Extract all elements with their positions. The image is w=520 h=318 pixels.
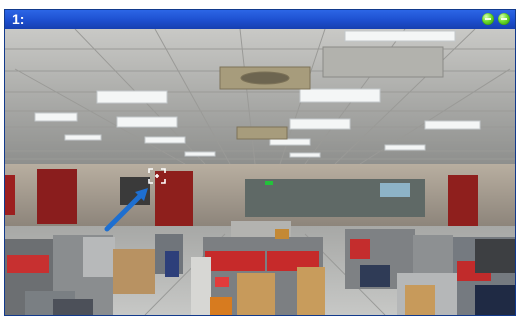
camera-viewer: 1: bbox=[4, 9, 516, 316]
back-wall bbox=[5, 164, 515, 229]
status-ok-icon bbox=[498, 13, 510, 25]
status-ok-icon bbox=[482, 13, 494, 25]
ceiling bbox=[5, 29, 515, 165]
office-cubicles bbox=[5, 221, 515, 315]
channel-label: 1: bbox=[12, 11, 25, 27]
camera-feed[interactable] bbox=[5, 29, 515, 315]
viewer-titlebar: 1: bbox=[5, 10, 515, 29]
